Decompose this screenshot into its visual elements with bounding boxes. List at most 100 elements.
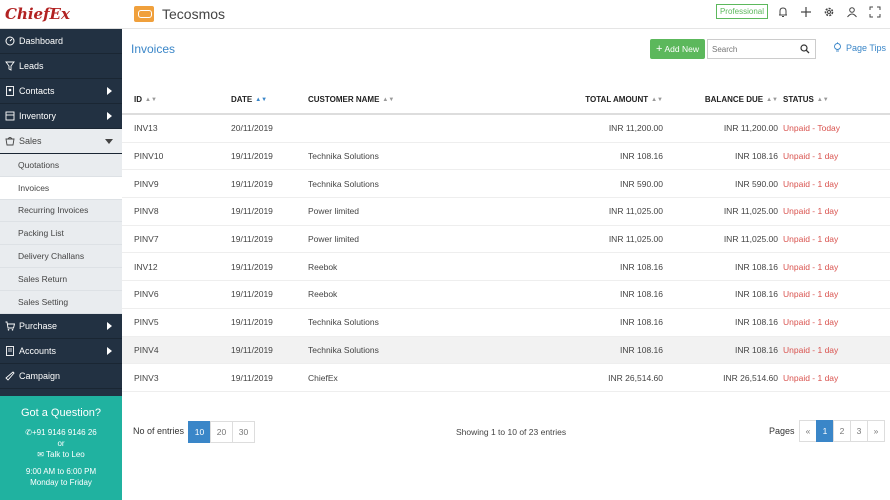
column-header-balance[interactable]: BALANCE DUE ▲▼ <box>663 95 778 104</box>
cell-date: 20/11/2019 <box>231 123 273 134</box>
user-icon[interactable] <box>840 4 863 20</box>
chevron-right-icon <box>107 346 112 355</box>
cell-customer: Technika Solutions <box>308 151 379 162</box>
cell-id: PINV4 <box>134 344 159 355</box>
table-row[interactable]: PINV3 19/11/2019 ChiefEx INR 26,514.60 I… <box>122 364 890 392</box>
column-header-id[interactable]: ID ▲▼ <box>122 95 231 104</box>
search-input[interactable] <box>708 44 796 54</box>
cell-customer: Technika Solutions <box>308 178 379 189</box>
search-icon[interactable] <box>800 44 810 54</box>
add-new-button[interactable]: + Add New <box>650 39 705 59</box>
sidebar-item-leads[interactable]: Leads <box>0 54 122 79</box>
column-label: DATE <box>231 95 253 104</box>
sidebar-sub-invoices[interactable]: Invoices <box>0 176 122 200</box>
table-row[interactable]: PINV9 19/11/2019 Technika Solutions INR … <box>122 170 890 199</box>
cell-status: Unpaid - 1 day <box>783 372 839 383</box>
top-bar: Tecosmos Professional <box>122 0 890 29</box>
cell-id: INV12 <box>134 261 158 272</box>
cell-total: INR 11,200.00 <box>608 123 663 134</box>
table-row[interactable]: PINV6 19/11/2019 Reebok INR 108.16 INR 1… <box>122 281 890 309</box>
plan-badge[interactable]: Professional <box>715 4 768 19</box>
page-tips-label: Page Tips <box>846 42 887 53</box>
sidebar-item-campaign[interactable]: Campaign <box>0 364 122 389</box>
pager-page-3[interactable]: 3 <box>850 420 868 442</box>
page-size-10[interactable]: 10 <box>188 421 211 443</box>
sidebar-sub-sales-setting[interactable]: Sales Setting <box>0 290 122 314</box>
cell-total: INR 11,025.00 <box>608 206 663 217</box>
cell-status: Unpaid - 1 day <box>783 261 839 272</box>
column-header-customer[interactable]: CUSTOMER NAME ▲▼ <box>308 95 518 104</box>
sidebar-item-contacts[interactable]: Contacts <box>0 79 122 104</box>
sidebar-item-accounts[interactable]: Accounts <box>0 339 122 364</box>
cell-balance: INR 108.16 <box>735 261 778 272</box>
sidebar-item-label: Sales <box>19 136 42 146</box>
column-label: STATUS <box>783 95 814 104</box>
table-row[interactable]: PINV4 19/11/2019 Technika Solutions INR … <box>122 336 890 365</box>
sidebar-item-label: Inventory <box>19 111 57 121</box>
invoices-table: ID ▲▼ DATE ▲▼ CUSTOMER NAME ▲▼ TOTAL AMOUNT… <box>122 86 890 392</box>
pager-page-1[interactable]: 1 <box>816 420 834 442</box>
chevron-right-icon <box>107 112 112 120</box>
cell-customer: ChiefEx <box>308 372 338 383</box>
cell-date: 19/11/2019 <box>231 178 273 189</box>
sidebar-item-dashboard[interactable]: Dashboard <box>0 29 122 54</box>
cell-status: Unpaid - 1 day <box>783 344 839 355</box>
bell-icon[interactable] <box>771 4 794 20</box>
sidebar-item-inventory[interactable]: Inventory <box>0 104 122 129</box>
sidebar-sub-packing-list[interactable]: Packing List <box>0 222 122 246</box>
sidebar-sub-recurring-invoices[interactable]: Recurring Invoices <box>0 199 122 223</box>
cell-id: PINV8 <box>134 206 159 217</box>
sidebar-sub-sales-return[interactable]: Sales Return <box>0 267 122 291</box>
help-phone[interactable]: ✆+91 9146 9146 26 <box>0 427 122 438</box>
table-row[interactable]: PINV10 19/11/2019 Technika Solutions INR… <box>122 143 890 171</box>
help-phone-text: +91 9146 9146 26 <box>31 428 97 437</box>
column-header-total[interactable]: TOTAL AMOUNT ▲▼ <box>518 95 663 104</box>
plus-icon: + <box>656 43 663 55</box>
table-row[interactable]: INV13 20/11/2019 INR 11,200.00 INR 11,20… <box>122 115 890 143</box>
table-row[interactable]: INV12 19/11/2019 Reebok INR 108.16 INR 1… <box>122 253 890 282</box>
table-row[interactable]: PINV7 19/11/2019 Power limited INR 11,02… <box>122 226 890 254</box>
cell-id: PINV10 <box>134 151 164 162</box>
sidebar-item-purchase[interactable]: Purchase <box>0 314 122 339</box>
pagination: « 1 2 3 » <box>799 420 885 442</box>
help-talk[interactable]: ✉ Talk to Leo <box>0 449 122 460</box>
page-size-30[interactable]: 30 <box>232 421 255 443</box>
sidebar-item-label: Leads <box>19 61 44 71</box>
fullscreen-icon[interactable] <box>863 4 886 20</box>
pager-page-2[interactable]: 2 <box>833 420 851 442</box>
lightbulb-icon <box>834 42 841 52</box>
cell-customer: Power limited <box>308 206 360 217</box>
column-header-date[interactable]: DATE ▲▼ <box>231 95 308 104</box>
cell-date: 19/11/2019 <box>231 344 273 355</box>
plus-icon[interactable] <box>794 4 817 20</box>
help-or: or <box>57 439 65 448</box>
chevron-down-icon <box>105 139 113 144</box>
cell-date: 19/11/2019 <box>231 206 273 217</box>
sidebar-sub-delivery-challans[interactable]: Delivery Challans <box>0 245 122 268</box>
sidebar: ChiefEx Dashboard Leads Contacts Invento… <box>0 0 122 500</box>
logo[interactable]: ChiefEx <box>0 0 122 29</box>
cell-balance: INR 108.16 <box>735 317 778 328</box>
page-size-20[interactable]: 20 <box>210 421 233 443</box>
cell-status: Unpaid - 1 day <box>783 289 839 300</box>
table-row[interactable]: PINV5 19/11/2019 Technika Solutions INR … <box>122 309 890 337</box>
column-label: BALANCE DUE <box>704 95 764 104</box>
column-header-status[interactable]: STATUS ▲▼ <box>778 95 890 104</box>
cell-id: INV13 <box>134 123 158 134</box>
table-row[interactable]: PINV8 19/11/2019 Power limited INR 11,02… <box>122 198 890 226</box>
cell-total: INR 26,514.60 <box>608 372 663 383</box>
sidebar-sub-quotations[interactable]: Quotations <box>0 154 122 177</box>
gear-icon[interactable] <box>817 4 840 20</box>
sidebar-item-sales[interactable]: Sales <box>0 129 122 154</box>
pager-next[interactable]: » <box>867 420 885 442</box>
entries-label: No of entries <box>133 426 185 436</box>
sort-icon: ▲▼ <box>255 96 268 103</box>
cell-total: INR 11,025.00 <box>608 234 663 245</box>
help-talk-text: Talk to Leo <box>46 450 85 459</box>
pages-label: Pages <box>769 426 795 436</box>
pager-prev[interactable]: « <box>799 420 817 442</box>
cell-id: PINV3 <box>134 372 159 383</box>
page-title: Invoices <box>131 42 176 56</box>
page-tips-link[interactable]: Page Tips <box>832 42 886 53</box>
column-label: TOTAL AMOUNT <box>585 95 649 104</box>
